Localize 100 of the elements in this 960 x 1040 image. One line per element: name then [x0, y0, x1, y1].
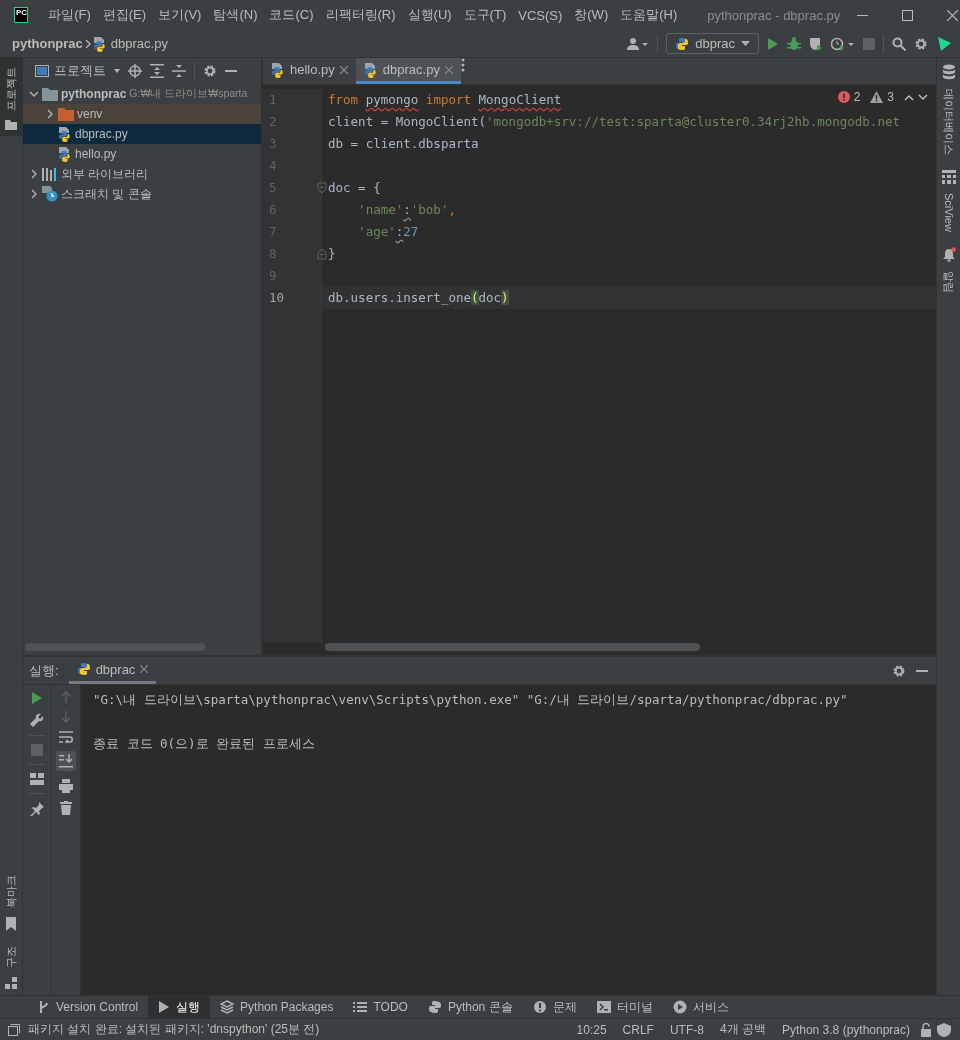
tree-item[interactable]: venv — [23, 104, 261, 124]
breadcrumb-item[interactable]: pythonprac — [12, 36, 83, 51]
soft-wrap-icon[interactable] — [59, 731, 73, 743]
editor-tab[interactable]: dbprac.py — [355, 58, 461, 84]
menu-item[interactable]: 편집(E) — [96, 6, 153, 24]
tree-label: hello.py — [75, 147, 117, 161]
menu-item[interactable]: 파일(F) — [42, 6, 97, 24]
inspection-profile-icon[interactable] — [936, 1022, 952, 1037]
play-icon — [158, 1001, 171, 1013]
folder-icon — [42, 87, 58, 101]
more-icon[interactable] — [460, 58, 465, 72]
python-icon — [675, 36, 690, 51]
bell-icon — [941, 246, 956, 262]
layout-icon[interactable] — [30, 773, 44, 785]
tree-item[interactable]: hello.py — [23, 144, 261, 164]
menu-item[interactable]: 창(W) — [568, 6, 615, 24]
tool-window-tab[interactable]: Version Control — [28, 996, 149, 1018]
tool-window-button[interactable]: 구조 — [0, 937, 22, 995]
scroll-to-end-icon[interactable] — [59, 754, 73, 768]
exclamation-circle-icon — [532, 1000, 547, 1014]
menu-item[interactable]: 도구(T) — [457, 6, 513, 24]
lock-icon[interactable] — [920, 1022, 932, 1037]
tree-item[interactable]: dbprac.py — [23, 124, 261, 144]
coverage-icon[interactable] — [809, 36, 823, 51]
debug-icon[interactable] — [787, 36, 801, 51]
console-output-line: "G:\내 드라이브\sparta\pythonprac\venv\Scripts\python.exe" "G:/내 드라이브/sparta/pythonprac/dbprac.py" — [93, 691, 849, 709]
code-line: 'age':27 — [357, 223, 419, 241]
code-line: db.users.insert_one(doc) — [328, 289, 509, 307]
tool-window-button[interactable]: 데이터베이스 — [937, 58, 960, 164]
library-icon — [42, 167, 58, 181]
python-file-icon — [271, 61, 285, 78]
play-circle-icon — [672, 1000, 687, 1014]
expand-all-icon[interactable] — [150, 64, 164, 78]
tool-window-tab[interactable]: TODO — [343, 996, 418, 1018]
toolbox-icon[interactable] — [936, 35, 952, 52]
menu-item[interactable]: 실행(U) — [401, 6, 458, 24]
tool-window-button[interactable]: SciView — [937, 164, 960, 241]
code-line: doc = { — [328, 179, 381, 197]
profile-icon[interactable] — [831, 36, 855, 51]
tool-window-button[interactable]: 알림 — [937, 240, 960, 302]
fold-marker-icon[interactable] — [317, 248, 327, 260]
user-icon[interactable] — [627, 36, 650, 51]
panel-icon — [35, 65, 49, 77]
settings-icon[interactable] — [914, 36, 928, 51]
settings-icon[interactable] — [203, 64, 217, 78]
maximize-icon[interactable] — [902, 9, 914, 21]
tool-window-tab[interactable]: 문제 — [522, 996, 587, 1018]
editor-tab[interactable]: hello.py — [263, 58, 356, 84]
previous-icon[interactable] — [904, 93, 914, 101]
tree-item[interactable]: 외부 라이브러리 — [23, 164, 261, 184]
layers-icon — [220, 1000, 235, 1014]
breadcrumb-item[interactable]: dbprac.py — [110, 36, 168, 51]
console-output-line: 종료 코드 0(으)로 완료된 프로세스 — [93, 735, 316, 753]
collapse-all-icon[interactable] — [172, 64, 186, 78]
run-config-dropdown[interactable]: dbprac — [666, 33, 759, 54]
tree-label: venv — [77, 107, 103, 121]
fold-marker-icon[interactable] — [317, 182, 327, 194]
next-icon[interactable] — [918, 93, 928, 101]
tool-window-button[interactable]: 북마크 — [0, 866, 22, 937]
status-item[interactable]: 4개 공백 — [713, 1021, 772, 1038]
trash-icon[interactable] — [60, 801, 72, 815]
menu-item[interactable]: 코드(C) — [263, 6, 320, 24]
terminal-icon — [596, 1000, 611, 1014]
folder-icon — [5, 120, 17, 130]
menu-item[interactable]: 탐색(N) — [207, 6, 264, 24]
scrollbar[interactable] — [325, 643, 700, 651]
close-icon — [140, 665, 149, 673]
status-message[interactable]: 패키지 설치 완료: 설치된 패키지: 'dnspython' (25분 전) — [28, 1021, 320, 1038]
tree-item[interactable]: pythonprac G:₩내 드라이브₩sparta — [23, 84, 261, 104]
menu-item[interactable]: VCS(S) — [512, 7, 569, 23]
settings-icon[interactable] — [892, 663, 906, 678]
menu-item[interactable]: 보기(V) — [152, 6, 208, 24]
tree-item[interactable]: 스크래치 및 콘솔 — [23, 184, 261, 204]
menu-item[interactable]: 도움말(H) — [614, 6, 684, 24]
search-icon[interactable] — [892, 36, 906, 51]
wrench-icon[interactable] — [30, 713, 44, 727]
status-item[interactable]: UTF-8 — [663, 1022, 710, 1037]
project-tool-button[interactable]: 프로젝트 — [0, 58, 22, 136]
tool-window-tab[interactable]: Python Packages — [210, 996, 344, 1018]
tool-window-tab[interactable]: Python 콘솔 — [417, 996, 523, 1018]
pin-icon[interactable] — [30, 802, 44, 816]
locate-icon[interactable] — [128, 64, 142, 78]
status-item[interactable]: CRLF — [616, 1022, 660, 1037]
menu-item[interactable]: 리팩터링(R) — [319, 6, 402, 24]
print-icon[interactable] — [59, 779, 73, 793]
tool-window-tab[interactable]: 서비스 — [662, 996, 739, 1018]
tool-window-tab[interactable]: 실행 — [148, 996, 211, 1018]
close-icon[interactable] — [947, 9, 959, 21]
error-count[interactable]: 2 — [853, 90, 861, 104]
run-icon[interactable] — [767, 36, 779, 51]
code-line: db = client.dbsparta — [328, 135, 479, 153]
status-item[interactable]: 10:25 — [570, 1022, 613, 1037]
status-item[interactable]: Python 3.8 (pythonprac) — [775, 1022, 916, 1037]
project-view-dropdown[interactable]: 프로젝트 — [35, 62, 106, 80]
warning-count[interactable]: 3 — [887, 90, 894, 104]
tool-window-tab[interactable]: 터미널 — [586, 996, 663, 1018]
close-icon — [444, 65, 453, 74]
rerun-icon[interactable] — [31, 691, 43, 705]
path-hint: G:₩내 드라이브₩sparta — [129, 87, 248, 101]
branch-icon — [38, 1000, 50, 1014]
